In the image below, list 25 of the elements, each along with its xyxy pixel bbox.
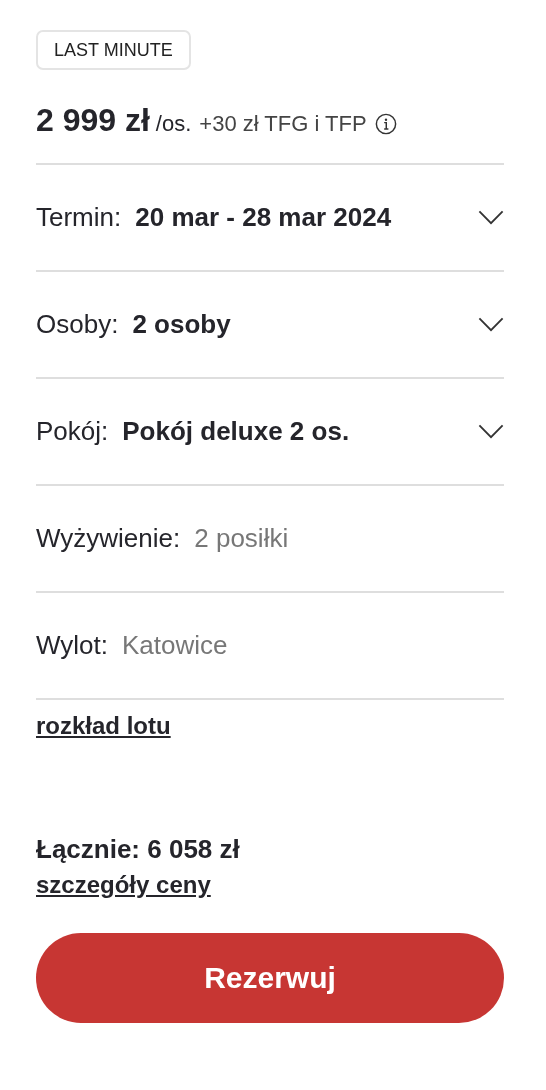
- flight-schedule-link[interactable]: rozkład lotu: [36, 712, 171, 740]
- option-label: Termin:: [36, 202, 122, 233]
- option-label: Pokój:: [36, 416, 109, 447]
- option-value: Katowice: [122, 630, 228, 661]
- option-label: Wylot:: [36, 630, 108, 661]
- chevron-down-icon[interactable]: [478, 424, 504, 439]
- price-extra-fee: +30 zł TFG i TFP: [199, 111, 367, 137]
- option-value: Pokój deluxe 2 os.: [122, 416, 350, 447]
- book-button[interactable]: Rezerwuj: [36, 933, 504, 1023]
- option-dropdown[interactable]: Termin: 20 mar - 28 mar 2024: [36, 165, 504, 272]
- price-unit: /os.: [155, 111, 192, 137]
- option-dropdown[interactable]: Pokój: Pokój deluxe 2 os.: [36, 379, 504, 486]
- option-value: 2 osoby: [132, 309, 231, 340]
- total-price: Łącznie: 6 058 zł: [36, 834, 241, 865]
- option-label: Wyżywienie:: [36, 523, 181, 554]
- chevron-down-icon[interactable]: [478, 210, 504, 225]
- info-icon[interactable]: [374, 113, 397, 135]
- price-amount: 2 999 zł: [36, 102, 150, 139]
- chevron-down-icon[interactable]: [478, 317, 504, 332]
- option-dropdown[interactable]: Osoby: 2 osoby: [36, 272, 504, 379]
- option-value: 2 posiłki: [194, 523, 289, 554]
- option-value: 20 mar - 28 mar 2024: [135, 202, 392, 233]
- last-minute-badge: LAST MINUTE: [36, 30, 191, 70]
- price-details-link[interactable]: szczegóły ceny: [36, 871, 211, 899]
- option-label: Osoby:: [36, 309, 119, 340]
